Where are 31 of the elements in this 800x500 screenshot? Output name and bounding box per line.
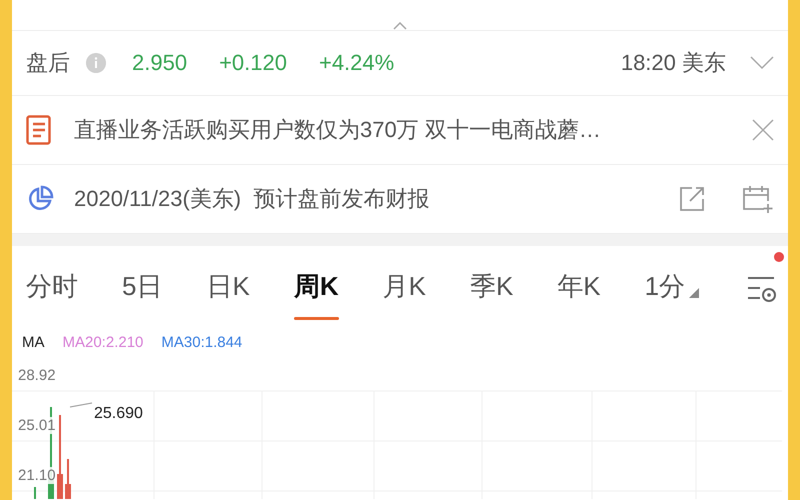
pie-chart-icon xyxy=(26,185,54,213)
ma-legend-label: MA30:1.844 xyxy=(161,334,242,351)
ma-legend-label: MA20:2.210 xyxy=(62,334,144,351)
period-tab[interactable]: 日K xyxy=(206,246,250,326)
document-icon xyxy=(26,115,54,145)
after-hours-label: 盘后 xyxy=(26,49,70,77)
info-icon[interactable] xyxy=(86,53,106,73)
close-icon[interactable] xyxy=(752,119,774,141)
period-tab[interactable]: 1分 xyxy=(644,246,686,326)
period-tab[interactable]: 5日 xyxy=(122,246,162,326)
period-tab[interactable]: 月K xyxy=(382,246,426,326)
ma-legend-label: MA xyxy=(22,334,44,351)
quote-time: 18:20 美东 xyxy=(620,49,726,77)
price-change: +0.120 xyxy=(219,50,287,76)
period-tab[interactable]: 周K xyxy=(294,246,339,326)
period-tab[interactable]: 季K xyxy=(470,246,514,326)
percent-change: +4.24% xyxy=(318,50,394,76)
high-price-label: 25.690 xyxy=(94,405,143,423)
news-headline[interactable]: 直播业务活跃购买用户数仅为370万 双十一电商战蘑… xyxy=(74,115,601,145)
period-tab[interactable]: 分时 xyxy=(26,246,78,326)
leader-line xyxy=(70,402,92,408)
caret-up-icon[interactable] xyxy=(393,22,407,30)
y-axis-label: 25.01 xyxy=(18,417,56,434)
chevron-down-icon[interactable] xyxy=(750,56,774,70)
earnings-date: 2020/11/23(美东) 预计盘前发布财报 xyxy=(74,185,430,213)
calendar-add-icon[interactable] xyxy=(742,184,774,214)
after-hours-price: 2.950 xyxy=(132,50,188,76)
share-icon[interactable] xyxy=(678,185,706,213)
y-axis-label: 21.10 xyxy=(18,467,56,484)
period-tab[interactable]: 年K xyxy=(557,246,601,326)
dropdown-triangle-icon[interactable] xyxy=(689,288,700,298)
